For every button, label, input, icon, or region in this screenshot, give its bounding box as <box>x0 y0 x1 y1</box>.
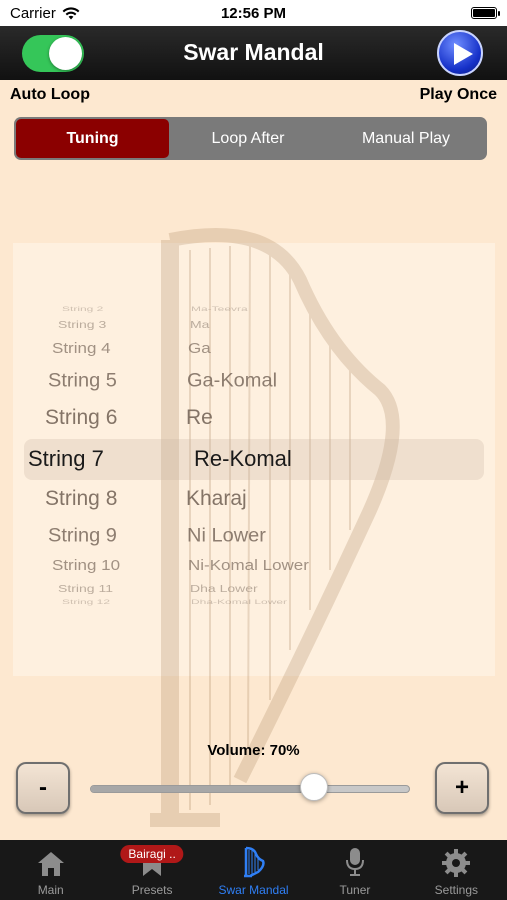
picker-note-label: Ni-Komal Lower <box>188 557 309 574</box>
picker-string-label: String 12 <box>62 598 111 606</box>
tab-presets-label: Presets <box>131 883 173 897</box>
tab-settings-label: Settings <box>434 883 478 897</box>
tab-swar-mandal-label: Swar Mandal <box>218 883 289 897</box>
picker-string-label: String 3 <box>58 318 107 330</box>
volume-label: Volume: 70% <box>207 742 300 759</box>
gear-icon <box>442 849 471 877</box>
picker-string-label: String 8 <box>45 487 118 510</box>
volume-up-button[interactable]: + <box>435 762 489 814</box>
picker-note-label: Re <box>186 406 213 429</box>
picker-note-label: Kharaj <box>186 487 247 510</box>
picker-string-label: String 10 <box>52 557 121 574</box>
picker-string-label: String 6 <box>45 406 118 429</box>
tab-tuner-label: Tuner <box>339 883 371 897</box>
picker-note-label: Dha Lower <box>190 582 258 594</box>
volume-slider-thumb[interactable] <box>300 773 328 801</box>
auto-loop-label: Auto Loop <box>10 86 90 103</box>
volume-slider-fill <box>91 786 315 792</box>
carrier-label: Carrier <box>10 4 56 22</box>
segment-tuning[interactable]: Tuning <box>16 119 169 158</box>
mode-segmented-control: Tuning Loop After Manual Play <box>14 117 487 160</box>
tab-main[interactable]: Main <box>0 840 101 900</box>
status-left: Carrier <box>10 5 80 22</box>
volume-down-button[interactable]: - <box>16 762 70 814</box>
microphone-icon <box>345 848 364 876</box>
picker-string-label: String 2 <box>62 305 104 313</box>
picker-string-label: String 7 <box>28 446 104 471</box>
tab-tuner[interactable]: Tuner <box>304 840 405 900</box>
house-icon <box>37 852 64 876</box>
picker-note-label: Ma <box>190 318 210 330</box>
picker-note-label: Ga-Komal <box>187 370 278 392</box>
tab-presets[interactable]: Presets Bairagi .. <box>101 840 202 900</box>
tab-main-label: Main <box>37 883 64 897</box>
picker-string-label: String 5 <box>48 370 117 392</box>
picker-string-label: String 4 <box>52 340 111 357</box>
picker-note-label: Ga <box>188 340 211 357</box>
segment-loop-after[interactable]: Loop After <box>169 119 327 158</box>
tab-settings[interactable]: Settings <box>406 840 507 900</box>
status-bar: Carrier 12:56 PM <box>0 0 507 26</box>
tab-swar-mandal[interactable]: Swar Mandal <box>203 840 304 900</box>
picker-note-label: Dha-Komal Lower <box>191 598 288 606</box>
picker-string-label: String 11 <box>58 582 113 594</box>
play-button[interactable] <box>437 30 483 76</box>
harp-icon <box>243 846 265 878</box>
presets-badge: Bairagi .. <box>120 845 184 863</box>
battery-icon <box>471 7 500 19</box>
picker-note-label: Re-Komal <box>194 446 292 471</box>
play-icon <box>454 43 473 65</box>
picker-note-label: Ni Lower <box>187 525 266 547</box>
segment-manual-play[interactable]: Manual Play <box>327 119 485 158</box>
picker-string-label: String 9 <box>48 525 117 547</box>
page-title: Swar Mandal <box>183 39 324 65</box>
play-once-label: Play Once <box>419 86 497 103</box>
wifi-icon <box>62 6 80 19</box>
tab-bar: Main Presets Bairagi .. Swar Mandal Tune… <box>0 840 507 900</box>
volume-slider[interactable] <box>90 785 410 793</box>
picker-note-label: Ma-Teevra <box>191 305 248 313</box>
header: Swar Mandal <box>0 26 507 80</box>
